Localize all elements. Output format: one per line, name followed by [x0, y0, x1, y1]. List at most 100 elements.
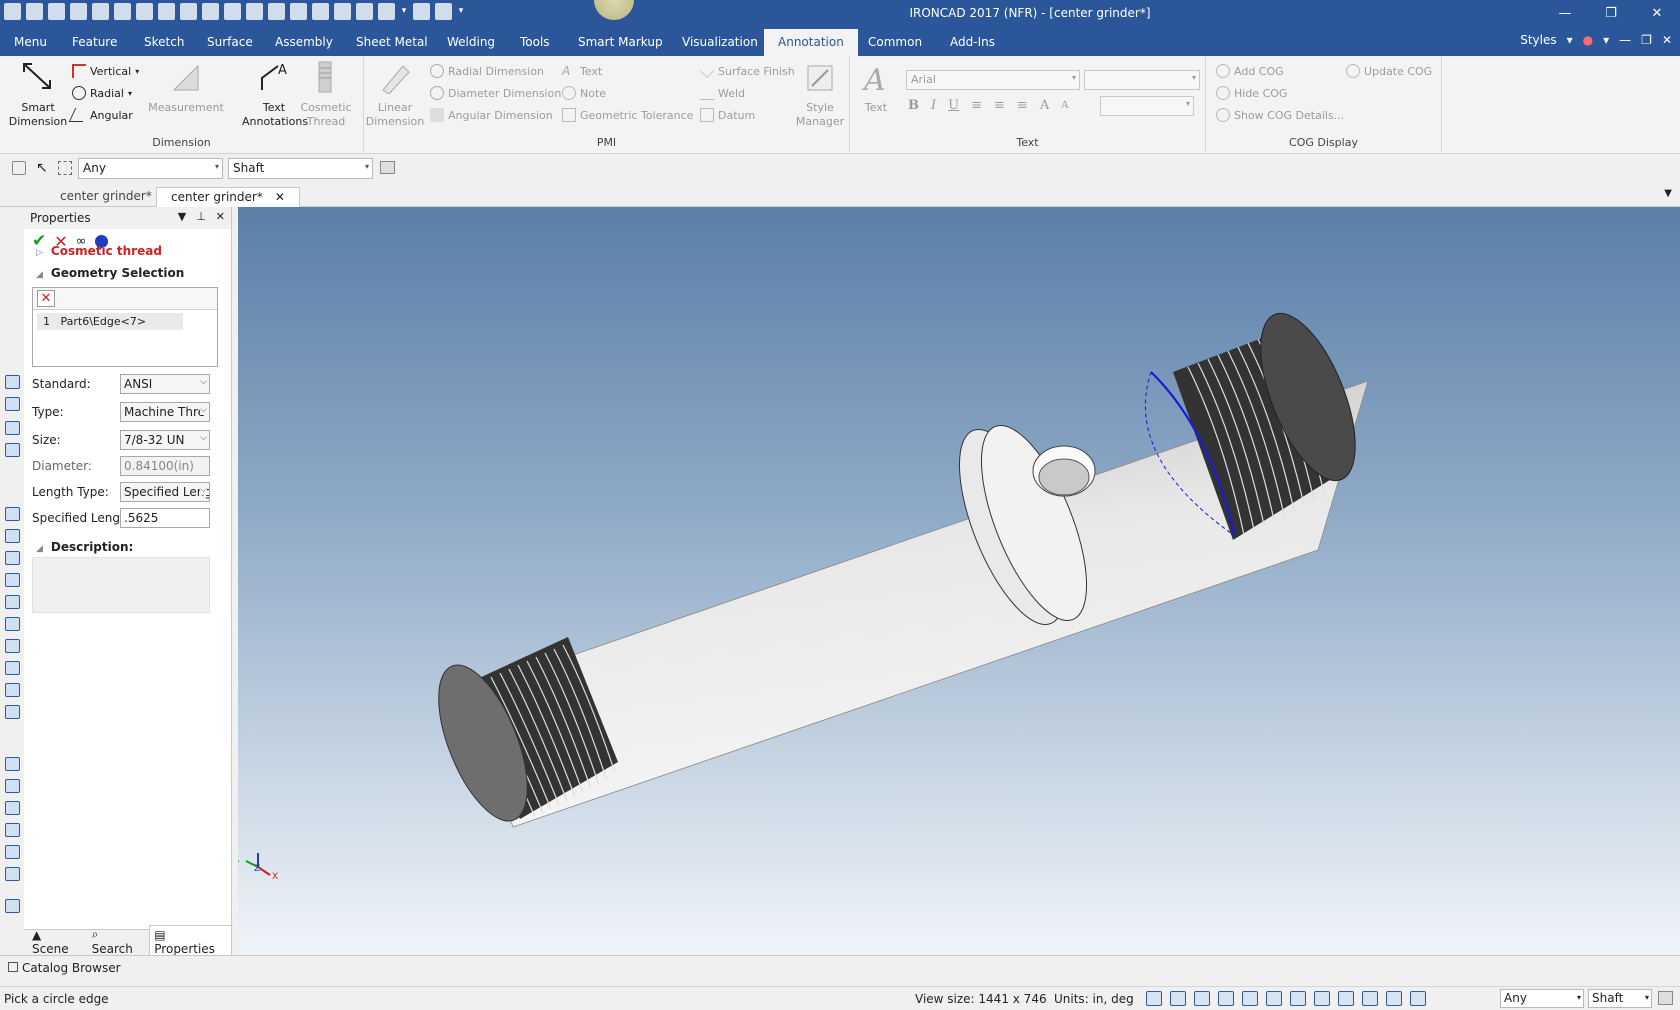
geometric-tolerance-button[interactable]: Geometric Tolerance: [562, 108, 693, 122]
tab-menu[interactable]: Menu: [14, 35, 47, 49]
close-icon[interactable]: ✕: [275, 190, 285, 204]
view-icon[interactable]: [5, 397, 20, 411]
specified-length-input[interactable]: .5625: [120, 508, 210, 528]
tab-add-ins[interactable]: Add-Ins: [950, 35, 995, 49]
text-style-select[interactable]: ▾: [1100, 96, 1194, 116]
doc-tab-active[interactable]: center grinder* ✕: [156, 187, 300, 207]
standard-select[interactable]: ANSI ⌵: [120, 374, 210, 394]
smart-dimension-button[interactable]: Smart Dimension: [6, 60, 70, 129]
box-icon[interactable]: [5, 661, 20, 675]
pin-icon[interactable]: ⊥: [196, 210, 206, 223]
diameter-dimension-button[interactable]: Diameter Dimension: [430, 86, 561, 100]
tab-smart-markup[interactable]: Smart Markup: [578, 35, 663, 49]
box-icon[interactable]: [5, 529, 20, 543]
surface-finish-button[interactable]: Surface Finish: [700, 64, 795, 78]
selection-filter-select[interactable]: Any ▾: [78, 158, 223, 179]
underline-icon[interactable]: U: [948, 98, 959, 113]
view-icon[interactable]: [5, 421, 20, 435]
box-icon[interactable]: [5, 705, 20, 719]
bold-icon[interactable]: B: [908, 98, 919, 113]
select-icon[interactable]: [1410, 991, 1426, 1006]
font-shrink-icon[interactable]: A: [1061, 100, 1068, 111]
chevron-down-icon[interactable]: ▾: [1567, 33, 1573, 47]
cosmetic-thread-section[interactable]: ▷ Cosmetic thread: [24, 244, 162, 258]
vertical-button[interactable]: Vertical ▾: [72, 64, 139, 78]
sketch-icon[interactable]: [5, 757, 20, 771]
tab-welding[interactable]: Welding: [447, 35, 495, 49]
chevron-down-icon[interactable]: ▾: [1603, 33, 1609, 47]
align-left-icon[interactable]: ≡: [971, 98, 982, 113]
restore-button[interactable]: ❐: [1588, 0, 1634, 27]
type-select[interactable]: Machine Thre ⌵: [120, 402, 210, 422]
sketch-icon[interactable]: [5, 801, 20, 815]
update-cog-button[interactable]: Update COG: [1346, 64, 1432, 78]
look-at-icon[interactable]: [1242, 991, 1258, 1006]
tab-assembly[interactable]: Assembly: [275, 35, 333, 49]
box-icon[interactable]: [5, 551, 20, 565]
render-icon[interactable]: [1266, 991, 1282, 1006]
chevron-down-icon[interactable]: ▼: [1664, 188, 1672, 199]
status-filter-select[interactable]: Any ▾: [1500, 989, 1584, 1008]
close-button[interactable]: ✕: [1634, 0, 1680, 27]
geometry-selection-section[interactable]: ◢ Geometry Selection: [24, 266, 184, 280]
box-icon[interactable]: [5, 595, 20, 609]
minimize-button[interactable]: —: [1542, 0, 1588, 27]
properties-tab[interactable]: ▤ Properties: [149, 924, 232, 959]
tab-surface[interactable]: Surface: [207, 35, 253, 49]
add-cog-button[interactable]: Add COG: [1216, 64, 1284, 78]
angular-button[interactable]: Angular: [68, 108, 133, 122]
radial-button[interactable]: Radial ▾: [72, 86, 132, 100]
sketch-icon[interactable]: [5, 899, 20, 913]
style-manager-button[interactable]: Style Manager: [792, 60, 848, 129]
text-format-button[interactable]: A Text: [856, 60, 896, 115]
close-doc-button[interactable]: ✕: [1662, 33, 1680, 47]
catalog-browser-bar[interactable]: Catalog Browser: [0, 955, 1680, 981]
3d-viewport[interactable]: Y Z X: [238, 207, 1680, 953]
cursor-icon[interactable]: [1386, 991, 1402, 1006]
section-icon[interactable]: [1338, 991, 1354, 1006]
pan-icon[interactable]: [1362, 991, 1378, 1006]
italic-icon[interactable]: I: [931, 98, 936, 113]
tab-tools[interactable]: Tools: [520, 35, 550, 49]
doc-tab-inactive[interactable]: center grinder*: [46, 187, 166, 207]
box-icon[interactable]: [5, 573, 20, 587]
linear-dimension-button[interactable]: Linear Dimension: [364, 60, 426, 129]
status-level-select[interactable]: Shaft ▾: [1588, 989, 1652, 1008]
box-icon[interactable]: [5, 683, 20, 697]
weld-button[interactable]: Weld: [700, 86, 745, 100]
box-view-icon[interactable]: [1218, 991, 1234, 1006]
selection-level-select[interactable]: Shaft ▾: [228, 158, 373, 179]
chevron-down-icon[interactable]: ▼: [178, 210, 186, 223]
geometry-row[interactable]: 1 Part6\Edge<7>: [37, 313, 183, 330]
box-icon[interactable]: [5, 617, 20, 631]
show-cog-details-button[interactable]: Show COG Details...: [1216, 108, 1344, 122]
styles-menu[interactable]: Styles: [1520, 33, 1556, 47]
search-tab[interactable]: ⌕ Search: [88, 925, 146, 958]
chevron-down-icon[interactable]: ▾: [128, 89, 132, 98]
scene-tab[interactable]: ▲ Scene: [28, 926, 84, 958]
measurement-button[interactable]: Measurement: [144, 60, 228, 115]
radial-dimension-button[interactable]: Radial Dimension: [430, 64, 544, 78]
select-box-icon[interactable]: [58, 161, 72, 175]
sketch-icon[interactable]: [5, 845, 20, 859]
length-type-select[interactable]: Specified Leng ⌵: [120, 482, 210, 502]
zoom-window-icon[interactable]: [1170, 991, 1186, 1006]
hierarchy-icon[interactable]: [380, 161, 395, 174]
tab-common[interactable]: Common: [868, 35, 922, 49]
box-icon[interactable]: [5, 639, 20, 653]
shaft-model[interactable]: Y Z X: [238, 207, 1680, 953]
display-mode-icon[interactable]: [1314, 991, 1330, 1006]
sketch-icon[interactable]: [5, 867, 20, 881]
restore-doc-button[interactable]: ❐: [1641, 33, 1652, 47]
glasses-icon[interactable]: [1290, 991, 1306, 1006]
hierarchy-icon[interactable]: [1658, 991, 1673, 1005]
description-section[interactable]: ◢ Description:: [24, 540, 133, 554]
minimize-doc-button[interactable]: —: [1619, 33, 1631, 47]
tab-sheet-metal[interactable]: Sheet Metal: [356, 35, 428, 49]
close-icon[interactable]: ✕: [216, 210, 225, 223]
size-select[interactable]: 7/8-32 UN ⌵: [120, 430, 210, 450]
note-button[interactable]: Note: [562, 86, 606, 100]
box-icon[interactable]: [5, 507, 20, 521]
tab-annotation[interactable]: Annotation: [764, 29, 858, 56]
cursor-icon[interactable]: ↖: [36, 160, 48, 176]
